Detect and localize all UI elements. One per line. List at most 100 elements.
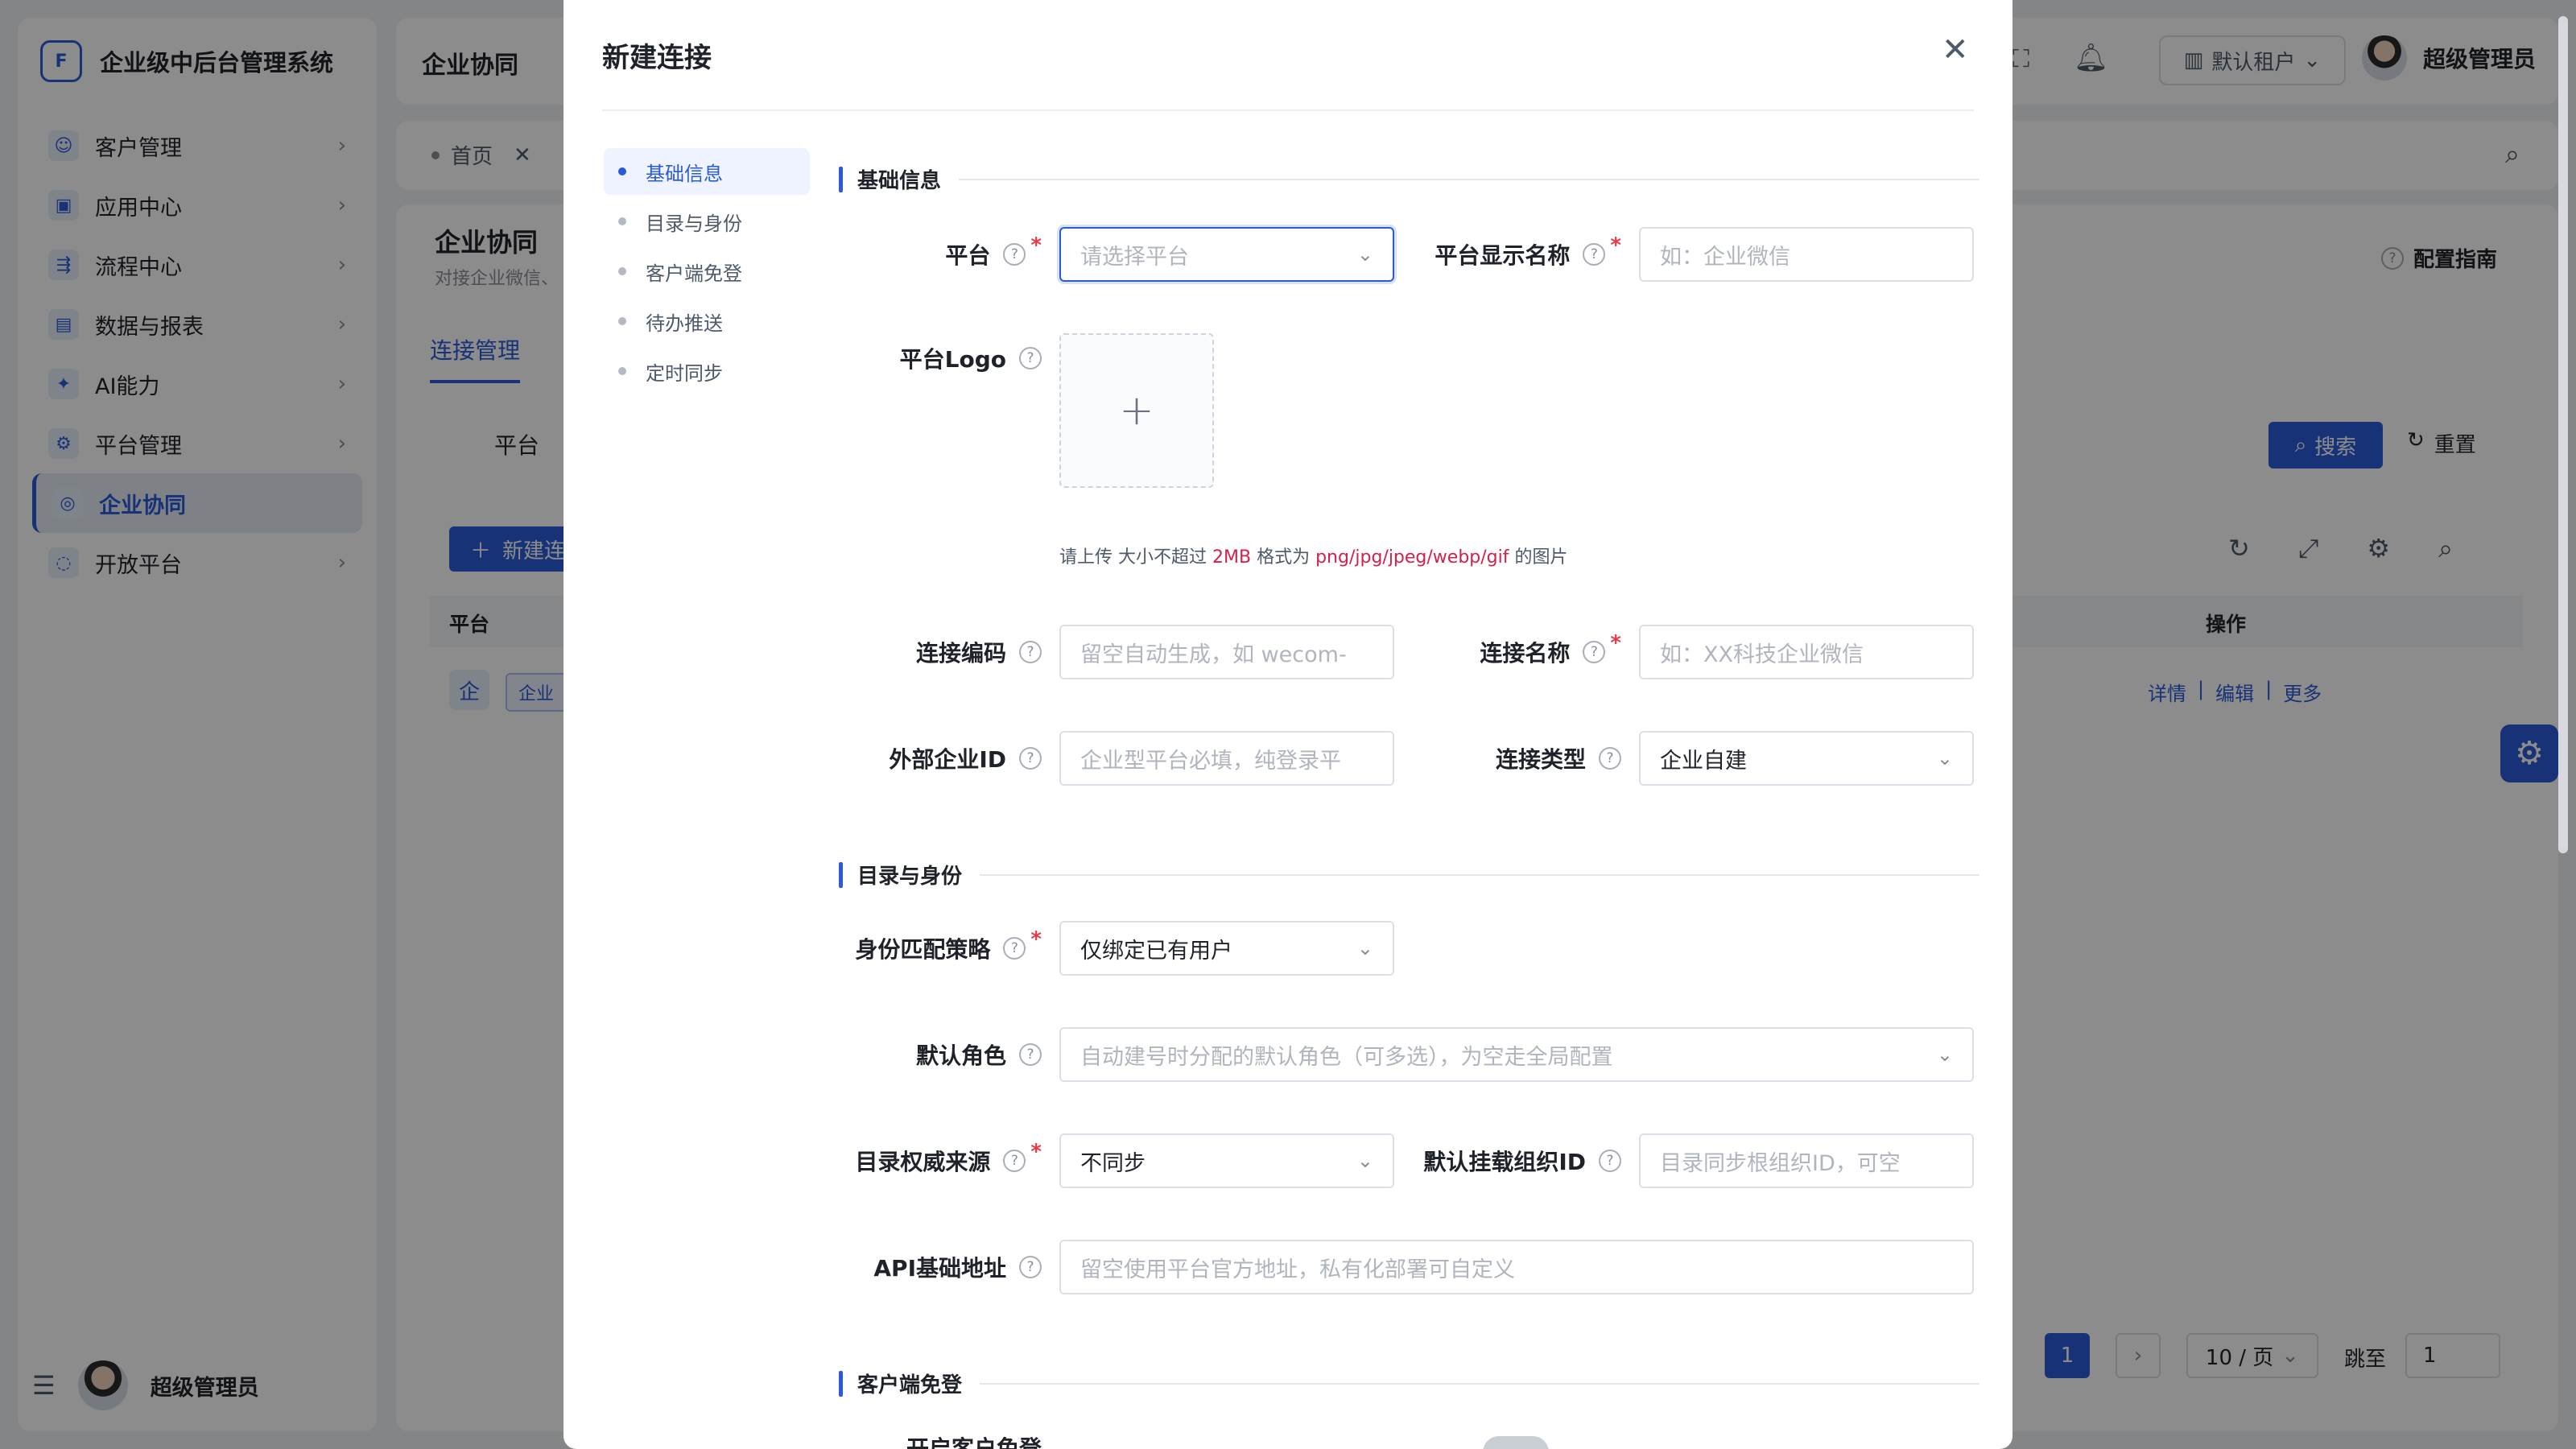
label-text: 目录权威来源 (855, 1149, 991, 1175)
label-text: 平台显示名称 (1435, 242, 1571, 269)
help-icon[interactable]: ? (1019, 641, 1042, 663)
default-role-placeholder: 自动建号时分配的默认角色（可多选），为空走全局配置 (1080, 1044, 1613, 1070)
name-placeholder: 如：XX科技企业微信 (1660, 642, 1864, 667)
anchor-label: 目录与身份 (646, 212, 742, 235)
anchor-nav: 基础信息 目录与身份 客户端免登 待办推送 定时同步 (604, 148, 810, 398)
section-bar (839, 1370, 843, 1397)
required-mark: * (1030, 927, 1042, 952)
section-line (959, 178, 1980, 180)
platform-placeholder: 请选择平台 (1080, 244, 1189, 270)
section-title: 基础信息 (857, 169, 942, 193)
label-text: 平台Logo (899, 346, 1006, 373)
display-name-input[interactable]: 如：企业微信 (1639, 227, 1974, 282)
anchor-sso[interactable]: 客户端免登 (604, 248, 810, 295)
scrollbar[interactable] (2558, 16, 2568, 853)
section-title: 客户端免登 (857, 1373, 963, 1397)
display-name-label: 平台显示名称? * (1401, 227, 1621, 282)
label-text: 连接类型 (1495, 746, 1586, 773)
default-role-select[interactable]: 自动建号时分配的默认角色（可多选），为空走全局配置 ⌄ (1059, 1027, 1974, 1082)
help-icon[interactable]: ? (1583, 641, 1606, 663)
label-text: 默认角色 (915, 1042, 1006, 1069)
sso-toggle[interactable] (1483, 1436, 1549, 1449)
help-icon[interactable]: ? (1019, 1256, 1042, 1278)
help-icon[interactable]: ? (1599, 1150, 1621, 1172)
dir-source-value: 不同步 (1080, 1150, 1146, 1176)
label-text: 平台 (945, 242, 991, 269)
required-mark: * (1030, 1140, 1042, 1164)
help-icon[interactable]: ? (1003, 243, 1026, 266)
dot-icon (618, 167, 626, 175)
anchor-basic[interactable]: 基础信息 (604, 148, 810, 195)
anchor-sync[interactable]: 定时同步 (604, 348, 810, 394)
mount-org-input[interactable]: 目录同步根组织ID，可空 (1639, 1133, 1974, 1188)
section-directory: 目录与身份 (839, 860, 1980, 890)
logo-label: 平台Logo? (839, 330, 1042, 386)
anchor-label: 待办推送 (646, 312, 723, 335)
code-input[interactable]: 留空自动生成，如 wecom- (1059, 625, 1394, 679)
dir-source-label: 目录权威来源? * (839, 1133, 1042, 1188)
identity-policy-select[interactable]: 仅绑定已有用户 ⌄ (1059, 921, 1394, 976)
modal-title: 新建连接 (602, 42, 712, 74)
dir-source-select[interactable]: 不同步 ⌄ (1059, 1133, 1394, 1188)
code-label: 连接编码? (839, 625, 1042, 679)
upload-hint: 请上传 大小不超过 2MB 格式为 png/jpg/jpeg/webp/gif … (1059, 543, 1568, 568)
chevron-down-icon: ⌄ (1936, 1043, 1953, 1066)
conn-type-value: 企业自建 (1660, 748, 1747, 774)
label-text: 连接编码 (915, 640, 1006, 667)
hint-text: 的图片 (1509, 547, 1568, 568)
label-text: 身份匹配策略 (855, 936, 991, 963)
close-icon[interactable]: ✕ (1942, 34, 1969, 66)
help-icon[interactable]: ? (1583, 243, 1606, 266)
section-bar (839, 861, 843, 888)
help-icon[interactable]: ? (1019, 747, 1042, 770)
logo-upload[interactable]: + (1059, 333, 1214, 488)
name-label: 连接名称? * (1401, 625, 1621, 679)
anchor-todo[interactable]: 待办推送 (604, 298, 810, 345)
dot-icon (618, 267, 626, 275)
name-input[interactable]: 如：XX科技企业微信 (1639, 625, 1974, 679)
anchor-label: 基础信息 (646, 162, 723, 185)
plus-icon: + (1119, 386, 1154, 435)
identity-policy-label: 身份匹配策略? * (839, 921, 1042, 976)
label-text: 开启客户免登 (906, 1435, 1042, 1449)
api-base-input[interactable]: 留空使用平台官方地址，私有化部署可自定义 (1059, 1240, 1974, 1294)
section-basic: 基础信息 (839, 164, 1980, 194)
anchor-label: 定时同步 (646, 361, 723, 385)
mount-org-label: 默认挂载组织ID? (1401, 1133, 1621, 1188)
chevron-down-icon: ⌄ (1356, 1150, 1373, 1172)
section-bar (839, 166, 843, 192)
label-text: 默认挂载组织ID (1423, 1149, 1586, 1175)
code-placeholder: 留空自动生成，如 wecom- (1080, 642, 1347, 667)
help-icon[interactable]: ? (1003, 1150, 1026, 1172)
help-icon[interactable]: ? (1599, 747, 1621, 770)
sso-label: 开启客户免登 (839, 1420, 1042, 1449)
api-base-placeholder: 留空使用平台官方地址，私有化部署可自定义 (1080, 1257, 1515, 1282)
api-base-label: API基础地址? (839, 1240, 1042, 1294)
chevron-down-icon: ⌄ (1936, 747, 1953, 770)
corp-id-input[interactable]: 企业型平台必填，纯登录平 (1059, 731, 1394, 786)
conn-type-select[interactable]: 企业自建 ⌄ (1639, 731, 1974, 786)
help-icon[interactable]: ? (1003, 937, 1026, 960)
dot-icon (618, 367, 626, 375)
required-mark: * (1610, 233, 1621, 258)
modal-divider (602, 109, 1974, 111)
identity-policy-value: 仅绑定已有用户 (1080, 938, 1232, 964)
help-icon[interactable]: ? (1019, 347, 1042, 369)
corp-id-placeholder: 企业型平台必填，纯登录平 (1080, 748, 1341, 774)
conn-type-label: 连接类型? (1401, 731, 1621, 786)
mount-org-placeholder: 目录同步根组织ID，可空 (1660, 1150, 1901, 1176)
help-icon[interactable]: ? (1019, 1043, 1042, 1066)
section-line (980, 1382, 1980, 1385)
platform-select[interactable]: 请选择平台 ⌄ (1059, 227, 1394, 282)
platform-label: 平台? * (839, 227, 1042, 282)
label-text: 连接名称 (1480, 640, 1571, 667)
label-text: 外部企业ID (889, 746, 1006, 773)
anchor-directory[interactable]: 目录与身份 (604, 198, 810, 245)
hint-text: 格式为 (1251, 547, 1316, 568)
display-name-placeholder: 如：企业微信 (1660, 244, 1790, 270)
hint-formats: png/jpg/jpeg/webp/gif (1315, 547, 1509, 568)
dot-icon (618, 217, 626, 225)
label-text: API基础地址 (873, 1255, 1006, 1282)
chevron-down-icon: ⌄ (1356, 937, 1373, 960)
required-mark: * (1610, 631, 1621, 655)
